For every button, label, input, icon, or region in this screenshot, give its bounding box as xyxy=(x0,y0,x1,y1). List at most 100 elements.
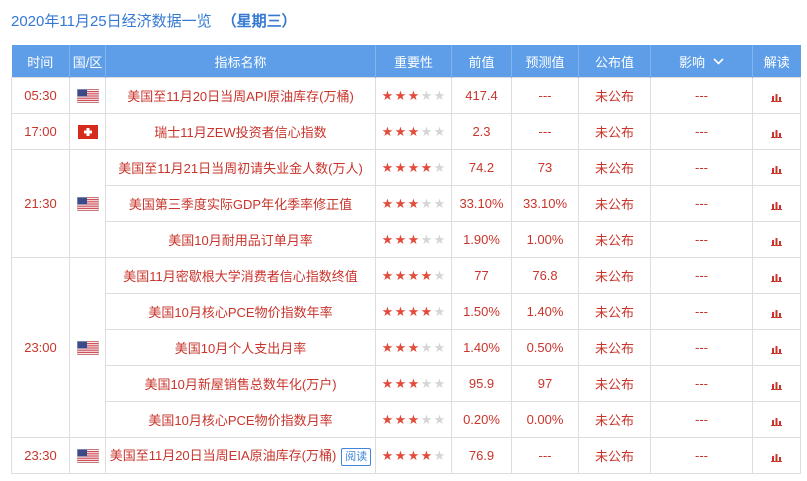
star-empty-icon: ★ xyxy=(433,269,446,284)
star-filled-icon: ★ xyxy=(394,449,407,464)
star-empty-icon: ★ xyxy=(420,377,433,392)
bar-chart-icon[interactable] xyxy=(771,452,782,462)
header-region: 国/区 xyxy=(69,45,106,78)
indicator-cell: 美国10月耐用品订单月率 xyxy=(105,221,376,258)
previous-cell: 95.9 xyxy=(451,365,512,402)
read-badge[interactable]: 阅读 xyxy=(341,447,372,466)
star-filled-icon: ★ xyxy=(381,377,394,392)
analysis-cell[interactable] xyxy=(752,77,801,114)
table-row: 05:30 美国至11月20日当周API原油库存(万桶) ★★★★★ 417.4 ---… xyxy=(11,77,801,114)
indicator-cell: 美国至11月21日当周初请失业金人数(万人) xyxy=(105,149,376,186)
swiss-flag-icon xyxy=(77,125,98,140)
importance-cell: ★★★★★ xyxy=(375,221,452,258)
impact-cell: --- xyxy=(650,221,753,258)
title-date: 2020年11月25日经济数据一览 xyxy=(11,13,212,30)
previous-cell: 1.50% xyxy=(451,293,512,330)
star-empty-icon: ★ xyxy=(433,449,446,464)
analysis-cell[interactable] xyxy=(752,149,801,186)
importance-cell: ★★★★★ xyxy=(375,149,452,186)
star-filled-icon: ★ xyxy=(381,305,394,320)
chevron-down-icon[interactable] xyxy=(713,57,724,65)
bar-chart-icon[interactable] xyxy=(771,344,782,354)
analysis-cell[interactable] xyxy=(752,113,801,150)
us-flag-icon xyxy=(76,197,99,212)
indicator-name: 美国10月核心PCE物价指数年率 xyxy=(148,305,333,320)
star-empty-icon: ★ xyxy=(420,413,433,428)
star-filled-icon: ★ xyxy=(394,269,407,284)
star-empty-icon: ★ xyxy=(433,341,446,356)
previous-cell: 417.4 xyxy=(451,77,512,114)
star-filled-icon: ★ xyxy=(407,89,420,104)
star-filled-icon: ★ xyxy=(394,305,407,320)
analysis-cell[interactable] xyxy=(752,221,801,258)
star-empty-icon: ★ xyxy=(420,125,433,140)
analysis-cell[interactable] xyxy=(752,401,801,438)
table-row: 美国第三季度实际GDP年化季率修正值 ★★★★★ 33.10% 33.10% 未公布 --… xyxy=(12,185,801,222)
indicator-name: 美国11月密歇根大学消费者信心指数终值 xyxy=(123,269,358,284)
analysis-cell[interactable] xyxy=(752,185,801,222)
indicator-name: 美国第三季度实际GDP年化季率修正值 xyxy=(128,197,353,212)
header-impact[interactable]: 影响 xyxy=(650,45,753,78)
impact-cell: --- xyxy=(650,437,753,474)
star-filled-icon: ★ xyxy=(394,89,407,104)
bar-chart-icon[interactable] xyxy=(771,272,782,282)
bar-chart-icon[interactable] xyxy=(771,128,782,138)
actual-cell: 未公布 xyxy=(578,185,651,222)
importance-cell: ★★★★★ xyxy=(375,257,452,294)
time-cell: 23:30 xyxy=(11,437,70,474)
previous-cell: 77 xyxy=(451,257,512,294)
bar-chart-icon[interactable] xyxy=(771,164,782,174)
importance-cell: ★★★★★ xyxy=(375,185,452,222)
star-filled-icon: ★ xyxy=(394,377,407,392)
bar-chart-icon[interactable] xyxy=(771,236,782,246)
header-time: 时间 xyxy=(11,45,70,78)
analysis-cell[interactable] xyxy=(752,365,801,402)
previous-cell: 76.9 xyxy=(451,437,512,474)
star-filled-icon: ★ xyxy=(407,413,420,428)
star-empty-icon: ★ xyxy=(433,413,446,428)
star-filled-icon: ★ xyxy=(407,305,420,320)
previous-cell: 1.40% xyxy=(451,329,512,366)
importance-cell: ★★★★★ xyxy=(375,77,452,114)
bar-chart-icon[interactable] xyxy=(771,308,782,318)
us-flag-icon xyxy=(76,341,99,356)
region-cell xyxy=(69,437,106,474)
indicator-name: 美国至11月21日当周初请失业金人数(万人) xyxy=(118,161,363,176)
bar-chart-icon[interactable] xyxy=(771,380,782,390)
region-cell xyxy=(69,113,106,150)
economic-calendar-table: 时间 国/区 指标名称 重要性 前值 预测值 公布值 影响 解读 05:30 美国… xyxy=(11,45,801,474)
impact-cell: --- xyxy=(650,257,753,294)
star-filled-icon: ★ xyxy=(381,449,394,464)
bar-chart-icon[interactable] xyxy=(771,200,782,210)
analysis-cell[interactable] xyxy=(752,257,801,294)
time-cell: 23:00 xyxy=(11,257,70,438)
star-filled-icon: ★ xyxy=(381,341,394,356)
indicator-name: 美国10月新屋销售总数年化(万户) xyxy=(144,377,337,392)
table-row: 23:00 美国11月密歇根大学消费者信心指数终值 ★★★★★ 77 76.8 未公布 --… xyxy=(11,257,801,438)
indicator-name: 美国10月个人支出月率 xyxy=(174,341,307,356)
star-empty-icon: ★ xyxy=(420,197,433,212)
impact-dropdown[interactable]: 影响 xyxy=(679,52,724,71)
title-weekday: （星期三） xyxy=(221,13,297,30)
previous-cell: 1.90% xyxy=(451,221,512,258)
bar-chart-icon[interactable] xyxy=(771,416,782,426)
star-filled-icon: ★ xyxy=(394,341,407,356)
indicator-cell: 美国10月新屋销售总数年化(万户) xyxy=(105,365,376,402)
star-filled-icon: ★ xyxy=(381,269,394,284)
us-flag-icon xyxy=(76,89,99,104)
indicator-cell: 美国10月个人支出月率 xyxy=(105,329,376,366)
previous-cell: 74.2 xyxy=(451,149,512,186)
forecast-cell: 0.00% xyxy=(511,401,579,438)
indicator-name: 美国10月核心PCE物价指数月率 xyxy=(148,413,333,428)
star-empty-icon: ★ xyxy=(433,377,446,392)
star-filled-icon: ★ xyxy=(381,161,394,176)
bar-chart-icon[interactable] xyxy=(771,92,782,102)
table-row: 美国10月核心PCE物价指数年率 ★★★★★ 1.50% 1.40% 未公布 --- xyxy=(12,293,801,330)
impact-label: 影响 xyxy=(678,54,705,70)
star-empty-icon: ★ xyxy=(420,89,433,104)
analysis-cell[interactable] xyxy=(752,329,801,366)
analysis-cell[interactable] xyxy=(752,437,801,474)
star-empty-icon: ★ xyxy=(433,197,446,212)
analysis-cell[interactable] xyxy=(752,293,801,330)
star-filled-icon: ★ xyxy=(407,233,420,248)
